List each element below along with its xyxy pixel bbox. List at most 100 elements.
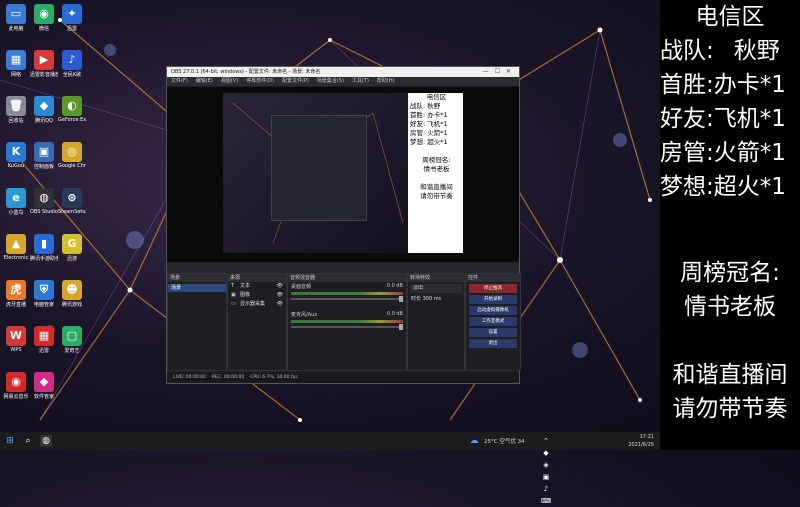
- mixer-channel[interactable]: 桌面音频 0.0 dB: [288, 282, 406, 310]
- transition-duration[interactable]: 时长 300 ms: [408, 295, 464, 304]
- obs-status-bar: LIVE: 00:00:00 REC: 00:00:00 CPU: 6.7%, 30…: [167, 373, 519, 383]
- desktop-icon[interactable]: ◆ 腾讯QQ: [30, 96, 58, 124]
- desktop-icon[interactable]: ◐GeForce Experience: [58, 96, 86, 123]
- transition-select[interactable]: 淡出: [410, 284, 462, 293]
- desktop-icon[interactable]: ▶ 迅雷影音播放器: [30, 50, 58, 78]
- desktop-icon[interactable]: G 迅游: [58, 234, 86, 262]
- chrome-icon: ◎: [62, 142, 82, 162]
- phone-app-icon: ▮: [34, 234, 54, 254]
- obs-preview[interactable]: 电信区 战队: 秋野 首胜: 办卡*1 好友: 飞机*1 房管: 火箭*1 梦想: 超火*…: [167, 87, 519, 262]
- desktop-icon[interactable]: ⊛ SteamSetup: [58, 188, 86, 215]
- menu-item[interactable]: 文件(F): [171, 78, 188, 84]
- weather-text[interactable]: 25°C 空气优 34: [484, 437, 525, 445]
- volume-slider[interactable]: [291, 296, 403, 302]
- desktop-icon[interactable]: ♪ 全民K歌: [58, 50, 86, 78]
- network-icon: ▦: [6, 50, 26, 70]
- thunder-icon: ▦: [34, 326, 54, 346]
- stat-label: 好友:: [660, 106, 714, 132]
- desktop-icon-label: OBS Studio: [30, 209, 58, 215]
- source-item[interactable]: T 文本 👁: [228, 282, 286, 291]
- visibility-icon[interactable]: 👁: [277, 291, 283, 300]
- desktop-icon-label: 虎牙直播: [5, 302, 26, 308]
- menu-item[interactable]: 视图(V): [221, 78, 238, 84]
- search-icon[interactable]: ⌕: [22, 435, 34, 447]
- desktop-icon[interactable]: ▢ 爱奇艺: [58, 326, 86, 354]
- desktop-icon[interactable]: ▲ Electronic: [2, 234, 30, 261]
- scenes-dock[interactable]: 场景 场景: [167, 273, 227, 371]
- obs-menu-bar[interactable]: 文件(F) 编辑(E) 视图(V) 停靠部件(D) 配置文件(P) 场景集合(S) 工具(T…: [167, 77, 519, 86]
- channel-name: 桌面音频: [291, 284, 312, 290]
- taskbar: ⊞ ⌕ ◍ ☁ 25°C 空气优 34 ⌃ ◆ ◈ ▣ ♪ ⌨ 17:21 20…: [0, 432, 660, 505]
- desktop-icon-label: Electronic: [3, 255, 29, 261]
- stat-value: 火箭*1: [713, 140, 786, 166]
- tray-icons[interactable]: ⌃ ◆ ◈ ▣ ♪ ⌨: [540, 435, 552, 505]
- stream-overlay-panel: 电信区 战队: 秋野 首胜:办卡*1 好友:飞机*1 房管:火箭*1 梦想:超火*1 周…: [660, 0, 800, 450]
- source-item[interactable]: ▣ 图像 👁: [228, 291, 286, 300]
- control-button[interactable]: 设置: [469, 328, 517, 337]
- desktop-icon[interactable]: e 小蓝鸟: [2, 188, 30, 216]
- desktop-icon[interactable]: ◉ 微信: [30, 4, 58, 32]
- stat-value: 办卡*1: [713, 72, 786, 98]
- desktop-icon-label: 微信: [38, 26, 49, 32]
- desktop-icon[interactable]: ▦ 迅雷: [30, 326, 58, 354]
- window-controls[interactable]: —☐✕: [483, 67, 517, 77]
- preview-text-line: 好友: 飞机*1: [410, 120, 448, 128]
- duration-label: 时长: [411, 296, 422, 302]
- weekly-name: 情书老板: [684, 294, 776, 320]
- notice-line-2: 请勿带节奏: [672, 396, 788, 422]
- controls-dock[interactable]: 控件 停止推流 开始录制 启动虚拟摄像机 工作室模式 设置 退出: [465, 273, 521, 371]
- menu-item[interactable]: 配置文件(P): [282, 78, 309, 84]
- visibility-icon[interactable]: 👁: [277, 300, 283, 309]
- control-button[interactable]: 停止推流: [469, 284, 517, 293]
- control-button[interactable]: 工作室模式: [469, 317, 517, 326]
- desktop-icon[interactable]: ▮ 腾讯手游助手: [30, 234, 58, 262]
- sources-dock[interactable]: 来源 T 文本 👁 ▣ 图像 👁 ▭ 显示器采集 👁: [227, 273, 287, 371]
- obs-window[interactable]: OBS 27.0.1 (64-bit, windows) - 配置文件: 未命名…: [166, 66, 521, 384]
- volume-slider[interactable]: [291, 324, 403, 330]
- preview-text-line: 首胜: 办卡*1: [410, 111, 448, 119]
- menu-item[interactable]: 场景集合(S): [317, 78, 344, 84]
- desktop-icon[interactable]: ▦ 网络: [2, 50, 30, 78]
- menu-item[interactable]: 帮助(H): [377, 78, 395, 84]
- menu-item[interactable]: 编辑(E): [196, 78, 213, 84]
- desktop-icon[interactable]: ◆ 软件管家: [30, 372, 58, 400]
- desktop-icon[interactable]: ⛨ 电脑管家: [30, 280, 58, 308]
- control-button[interactable]: 开始录制: [469, 295, 517, 304]
- control-button[interactable]: 退出: [469, 339, 517, 348]
- desktop-icon[interactable]: ◎Google Chrome: [58, 142, 86, 169]
- preview-text-line: [408, 147, 463, 156]
- desktop-icon[interactable]: ☻ 腾讯游戏: [58, 280, 86, 308]
- menu-item[interactable]: 工具(T): [352, 78, 369, 84]
- preview-text-line: 请勿带节奏: [420, 192, 453, 200]
- slider-handle[interactable]: [399, 296, 403, 302]
- slider-handle[interactable]: [399, 324, 403, 330]
- scene-item[interactable]: 场景: [168, 284, 226, 292]
- obs-title-bar[interactable]: OBS 27.0.1 (64-bit, windows) - 配置文件: 未命名…: [167, 67, 519, 77]
- computer-icon: ▭: [6, 4, 26, 24]
- desktop-icon[interactable]: 虎虎牙直播: [2, 280, 30, 308]
- desktop-icon-label: 腾讯QQ: [35, 118, 53, 124]
- start-button-icon[interactable]: ⊞: [4, 435, 16, 447]
- desktop-icon[interactable]: 🗑 回收站: [2, 96, 30, 124]
- clock[interactable]: 17:21 2021/6/25: [628, 433, 654, 449]
- mixer-dock[interactable]: 音频混音器 桌面音频 0.0 dB 麦克风/Aux 0.0 dB: [287, 273, 407, 371]
- weather-icon[interactable]: ☁: [468, 435, 480, 447]
- desktop-icon[interactable]: ◍ OBS Studio: [30, 188, 58, 215]
- preview-text-line: 电信区: [426, 93, 447, 101]
- source-label: 文本: [240, 283, 251, 289]
- mixer-channel[interactable]: 麦克风/Aux 0.0 dB: [288, 310, 406, 338]
- obs-taskbar-icon[interactable]: ◍: [40, 435, 52, 447]
- desktop-icon[interactable]: W WPS: [2, 326, 30, 353]
- overlay-stat-line: 首胜:办卡*1: [660, 68, 800, 102]
- menu-item[interactable]: 停靠部件(D): [246, 78, 274, 84]
- source-item[interactable]: ▭ 显示器采集 👁: [228, 300, 286, 309]
- desktop-icon[interactable]: ◉ 网易云音乐: [2, 372, 30, 400]
- desktop-icon[interactable]: ▭ 此电脑: [2, 4, 30, 32]
- desktop-icon[interactable]: K KuGou: [2, 142, 30, 169]
- transitions-dock[interactable]: 转场特效 淡出 时长 300 ms: [407, 273, 465, 371]
- desktop-icon[interactable]: ✦ 迅雷: [58, 4, 86, 32]
- desktop-icon[interactable]: ▣ 控制面板: [30, 142, 58, 170]
- control-button[interactable]: 启动虚拟摄像机: [469, 306, 517, 315]
- desktop-icon-label: 网络: [10, 72, 21, 78]
- visibility-icon[interactable]: 👁: [277, 282, 283, 291]
